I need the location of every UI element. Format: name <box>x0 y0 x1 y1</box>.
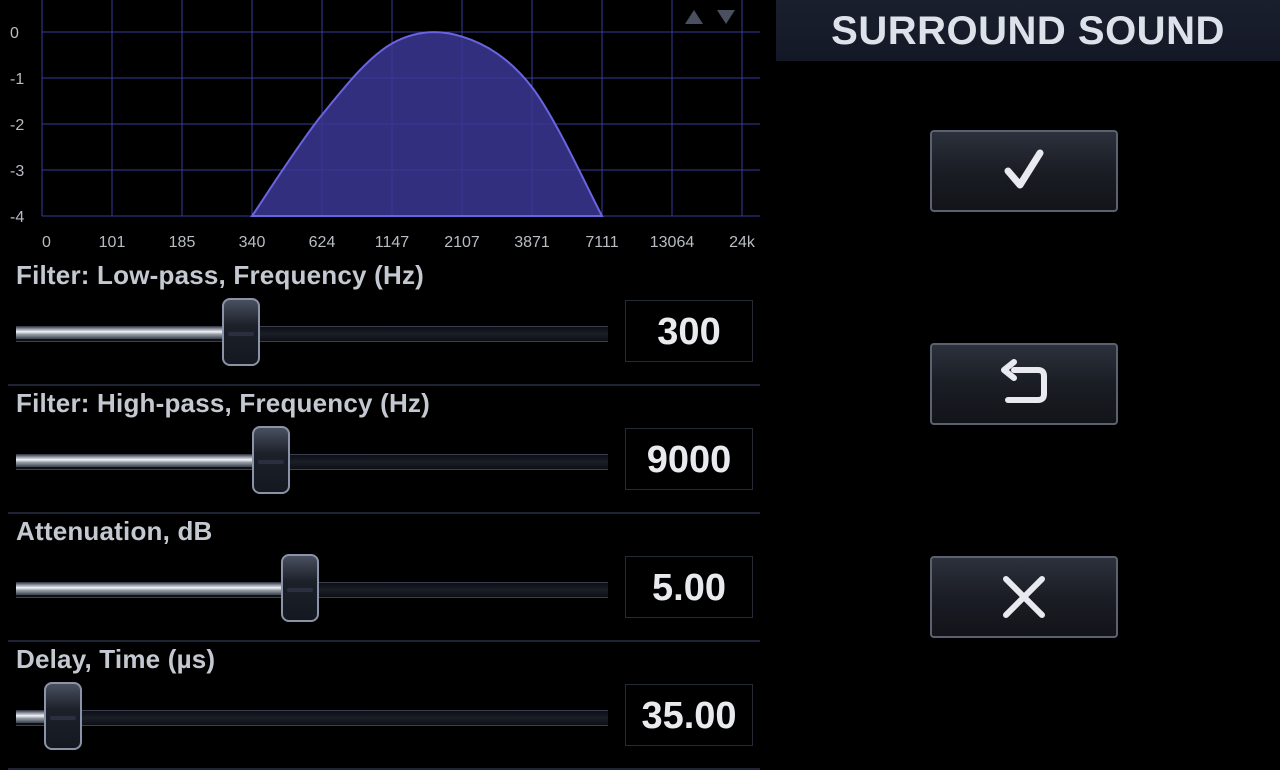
attenuation-slider[interactable] <box>16 552 608 626</box>
control-label: Delay, Time (µs) <box>16 644 216 674</box>
x-axis-ticks: 0 101 185 340 624 1147 2107 3871 7111 13064 24k <box>42 234 756 251</box>
control-label: Filter: Low-pass, Frequency (Hz) <box>16 260 425 290</box>
slider-thumb[interactable] <box>251 426 290 494</box>
x-tick-label: 24k <box>729 234 756 251</box>
slider-fill <box>16 583 301 595</box>
undo-icon <box>1001 359 1047 403</box>
y-tick-label: -4 <box>10 209 24 226</box>
page-title: SURROUND SOUND <box>776 0 1280 61</box>
x-tick-label: 624 <box>309 234 336 251</box>
control-label: Attenuation, dB <box>16 516 213 546</box>
slider-fill <box>16 327 241 339</box>
x-tick-label: 7111 <box>585 234 618 251</box>
slider-fill <box>16 455 271 467</box>
low-pass-slider[interactable] <box>16 296 608 370</box>
x-tick-label: 2107 <box>444 234 480 251</box>
control-high-pass: Filter: High-pass, Frequency (Hz) 9000 <box>8 384 760 514</box>
scroll-down-button[interactable] <box>714 6 738 28</box>
slider-thumb[interactable] <box>44 682 83 750</box>
reset-button[interactable] <box>930 343 1118 425</box>
delay-slider[interactable] <box>16 680 608 754</box>
x-tick-label: 185 <box>169 234 196 251</box>
x-tick-label: 3871 <box>514 234 550 251</box>
slider-thumb[interactable] <box>221 298 260 366</box>
slider-thumb[interactable] <box>281 554 320 622</box>
triangle-up-icon <box>685 10 703 24</box>
scroll-up-button[interactable] <box>682 6 706 28</box>
apply-button[interactable] <box>930 130 1118 212</box>
x-tick-label: 340 <box>239 234 266 251</box>
control-label: Filter: High-pass, Frequency (Hz) <box>16 388 430 418</box>
attenuation-value[interactable]: 5.00 <box>625 556 753 618</box>
y-axis-ticks: 0 -1 -2 -3 -4 <box>10 25 24 226</box>
control-attenuation: Attenuation, dB 5.00 <box>8 512 760 642</box>
high-pass-slider[interactable] <box>16 424 608 498</box>
checkmark-icon <box>1004 149 1044 189</box>
control-low-pass: Filter: Low-pass, Frequency (Hz) 300 <box>8 256 760 386</box>
y-tick-label: -1 <box>10 71 24 88</box>
high-pass-value[interactable]: 9000 <box>625 428 753 490</box>
x-tick-label: 101 <box>99 234 126 251</box>
y-tick-label: -3 <box>10 163 24 180</box>
y-tick-label: -2 <box>10 117 24 134</box>
y-tick-label: 0 <box>10 25 19 42</box>
x-tick-label: 0 <box>42 234 51 251</box>
low-pass-value[interactable]: 300 <box>625 300 753 362</box>
x-tick-label: 1147 <box>375 234 410 251</box>
x-tick-label: 13064 <box>650 234 695 251</box>
settings-panel: 0 -1 -2 -3 -4 0 101 185 340 624 1147 2107 3871 7111 1… <box>0 0 770 770</box>
delay-value[interactable]: 35.00 <box>625 684 753 746</box>
cancel-button[interactable] <box>930 556 1118 638</box>
close-icon <box>1003 576 1045 618</box>
slider-track <box>16 710 608 726</box>
frequency-response-chart: 0 -1 -2 -3 -4 0 101 185 340 624 1147 2107 3871 7111 1… <box>10 0 760 251</box>
triangle-down-icon <box>717 10 735 24</box>
control-delay: Delay, Time (µs) 35.00 <box>8 640 760 770</box>
